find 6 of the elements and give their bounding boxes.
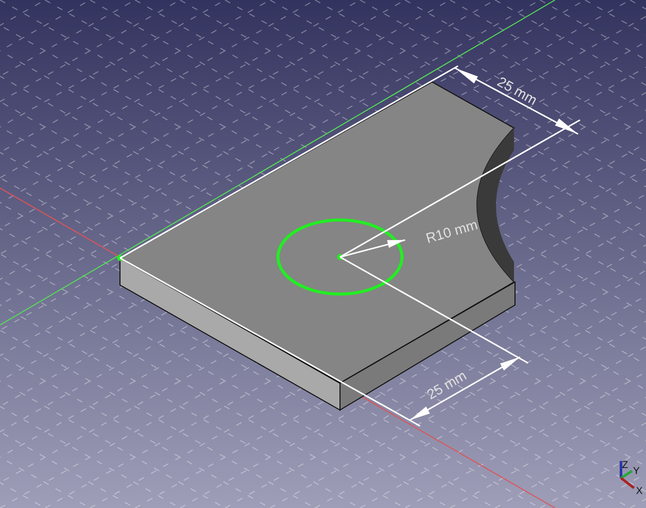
dimension-label: 25 mm — [424, 367, 470, 402]
x-axis-label: X — [636, 486, 643, 497]
dimension-label: 25 mm — [494, 73, 540, 108]
dimension-label: R10 mm — [424, 216, 480, 246]
y-axis-label: Y — [633, 466, 640, 477]
z-axis-label: Z — [622, 460, 628, 471]
